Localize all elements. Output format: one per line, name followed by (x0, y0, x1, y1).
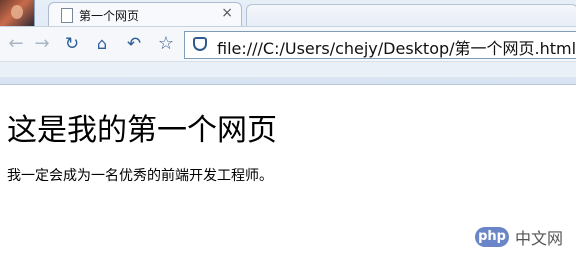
user-avatar[interactable] (0, 0, 35, 26)
page-paragraph: 我一定会成为一名优秀的前端开发工程师。 (7, 168, 273, 184)
reload-icon[interactable]: ↻ (62, 34, 82, 54)
undo-icon[interactable]: ↶ (124, 34, 144, 54)
back-icon[interactable]: ← (6, 34, 26, 54)
home-icon[interactable]: ⌂ (92, 34, 112, 54)
new-tab-area[interactable] (246, 4, 576, 27)
site-security-icon[interactable] (193, 37, 207, 51)
close-icon[interactable]: × (221, 5, 233, 21)
php-logo: php (475, 227, 509, 247)
address-bar[interactable]: file:///C:/Users/chejy/Desktop/第一个网页.htm… (184, 31, 576, 59)
page-heading: 这是我的第一个网页 (7, 113, 277, 148)
watermark-text: 中文网 (515, 229, 564, 248)
tab-title: 第一个网页 (79, 9, 140, 23)
address-url[interactable]: file:///C:/Users/chejy/Desktop/第一个网页.htm… (217, 35, 576, 59)
browser-tab[interactable]: 第一个网页 × (48, 2, 242, 27)
bookmark-bar (0, 61, 576, 77)
browser-chrome: 第一个网页 × ← → ↻ ⌂ ↶ ☆ file:///C:/Users/che… (0, 0, 576, 85)
navigation-toolbar: ← → ↻ ⌂ ↶ ☆ file:///C:/Users/chejy/Deskt… (0, 26, 576, 61)
star-icon[interactable]: ☆ (156, 34, 176, 54)
php-watermark: php 中文网 (475, 225, 563, 249)
forward-icon[interactable]: → (32, 34, 52, 54)
page-icon (61, 8, 73, 23)
